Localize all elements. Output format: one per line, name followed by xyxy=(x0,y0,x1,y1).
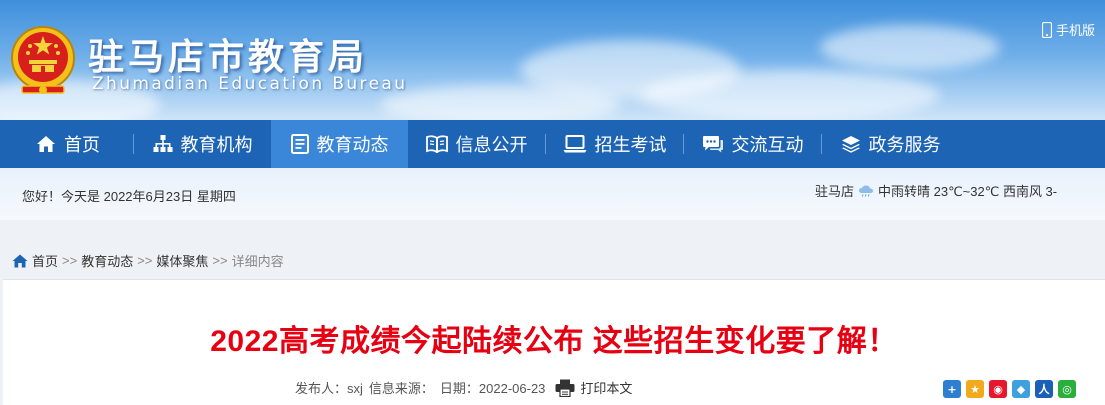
site-title: 驻马店市教育局 xyxy=(88,37,369,78)
laptop-icon xyxy=(563,135,586,153)
qzone-icon[interactable]: ★ xyxy=(966,380,984,398)
home-icon xyxy=(37,136,55,152)
mobile-phone-icon xyxy=(1041,21,1052,38)
nav-item-news[interactable]: 教育动态 xyxy=(271,120,408,168)
weather-text: 中雨转晴 23℃~32℃ 西南风 3- xyxy=(878,184,1058,199)
weather-widget: 驻马店 中雨转晴 23℃~32℃ 西南风 3- xyxy=(815,181,1057,200)
weather-city: 驻马店 xyxy=(815,184,855,199)
mobile-version-label: 手机版 xyxy=(1055,23,1095,38)
nav-item-disclosure[interactable]: 信息公开 xyxy=(408,120,545,168)
article-meta: 发布人：sxj 信息来源： 日期：2022-06-23 打印本文 xyxy=(295,378,632,397)
nav-item-services[interactable]: 政务服务 xyxy=(822,120,959,168)
breadcrumb-news[interactable]: 教育动态 xyxy=(81,251,133,270)
chat-icon xyxy=(702,136,723,153)
layers-icon xyxy=(841,136,860,153)
nav-item-institutions[interactable]: 教育机构 xyxy=(134,120,271,168)
info-bar: 您好！今天是 2022年6月23日 星期四 驻马店 中雨转晴 23℃~32℃ 西… xyxy=(0,168,1105,220)
book-icon xyxy=(425,135,448,153)
nav-item-label: 交流互动 xyxy=(731,135,804,155)
date-greeting: 您好！今天是 2022年6月23日 星期四 xyxy=(22,189,236,204)
breadcrumb: 首页 >> 教育动态 >> 媒体聚焦 >> 详细内容 xyxy=(12,251,284,270)
nav-item-label: 政务服务 xyxy=(868,135,941,155)
breadcrumb-separator: >> xyxy=(62,253,78,268)
nav-item-admissions[interactable]: 招生考试 xyxy=(546,120,683,168)
nav-item-label: 信息公开 xyxy=(455,135,528,155)
print-label: 打印本文 xyxy=(580,381,633,396)
mobile-version-link[interactable]: 手机版 xyxy=(1041,20,1095,39)
nav-item-label: 教育机构 xyxy=(180,135,253,155)
print-button[interactable]: 打印本文 xyxy=(555,378,632,397)
source-label: 信息来源： xyxy=(368,381,434,396)
wechat-icon[interactable]: ◎ xyxy=(1058,380,1076,398)
renren-icon[interactable]: 人 xyxy=(1035,380,1053,398)
printer-icon xyxy=(555,379,575,397)
org-chart-icon xyxy=(153,135,172,152)
breadcrumb-current: 详细内容 xyxy=(231,254,284,269)
breadcrumb-home[interactable]: 首页 xyxy=(32,251,58,270)
header-banner: 驻马店市教育局 Zhumadian Education Bureau 手机版 xyxy=(0,0,1105,120)
nav-item-interaction[interactable]: 交流互动 xyxy=(684,120,821,168)
home-icon xyxy=(12,254,28,267)
share-bar: + ★ ◉ ◆ 人 ◎ xyxy=(943,380,1076,398)
nav-item-label: 招生考试 xyxy=(594,135,667,155)
article-panel: 2022高考成绩今起陆续公布 这些招生变化要了解！ 发布人：sxj 信息来源： … xyxy=(3,279,1105,405)
article-title: 2022高考成绩今起陆续公布 这些招生变化要了解！ xyxy=(210,325,898,358)
date-label: 日期：2022-06-23 xyxy=(439,381,546,396)
main-nav: 首页 教育机构 教育动态 信息公开 招生考试 交流互动 政务服务 xyxy=(0,120,1105,168)
nav-item-label: 首页 xyxy=(64,135,100,155)
nav-item-label: 教育动态 xyxy=(316,135,389,155)
page: 驻马店市教育局 Zhumadian Education Bureau 手机版 首… xyxy=(0,0,1105,405)
share-plus-icon[interactable]: + xyxy=(943,380,961,398)
cloud-rain-icon xyxy=(859,185,874,197)
document-icon xyxy=(290,134,309,154)
breadcrumb-separator: >> xyxy=(137,253,153,268)
site-subtitle: Zhumadian Education Bureau xyxy=(92,74,408,94)
publisher-label: 发布人：sxj xyxy=(295,381,363,396)
national-emblem-icon xyxy=(11,26,75,94)
breadcrumb-separator: >> xyxy=(212,253,228,268)
nav-item-home[interactable]: 首页 xyxy=(3,120,133,168)
breadcrumb-media[interactable]: 媒体聚焦 xyxy=(156,251,208,270)
tencent-weibo-icon[interactable]: ◆ xyxy=(1012,380,1030,398)
weibo-icon[interactable]: ◉ xyxy=(989,380,1007,398)
